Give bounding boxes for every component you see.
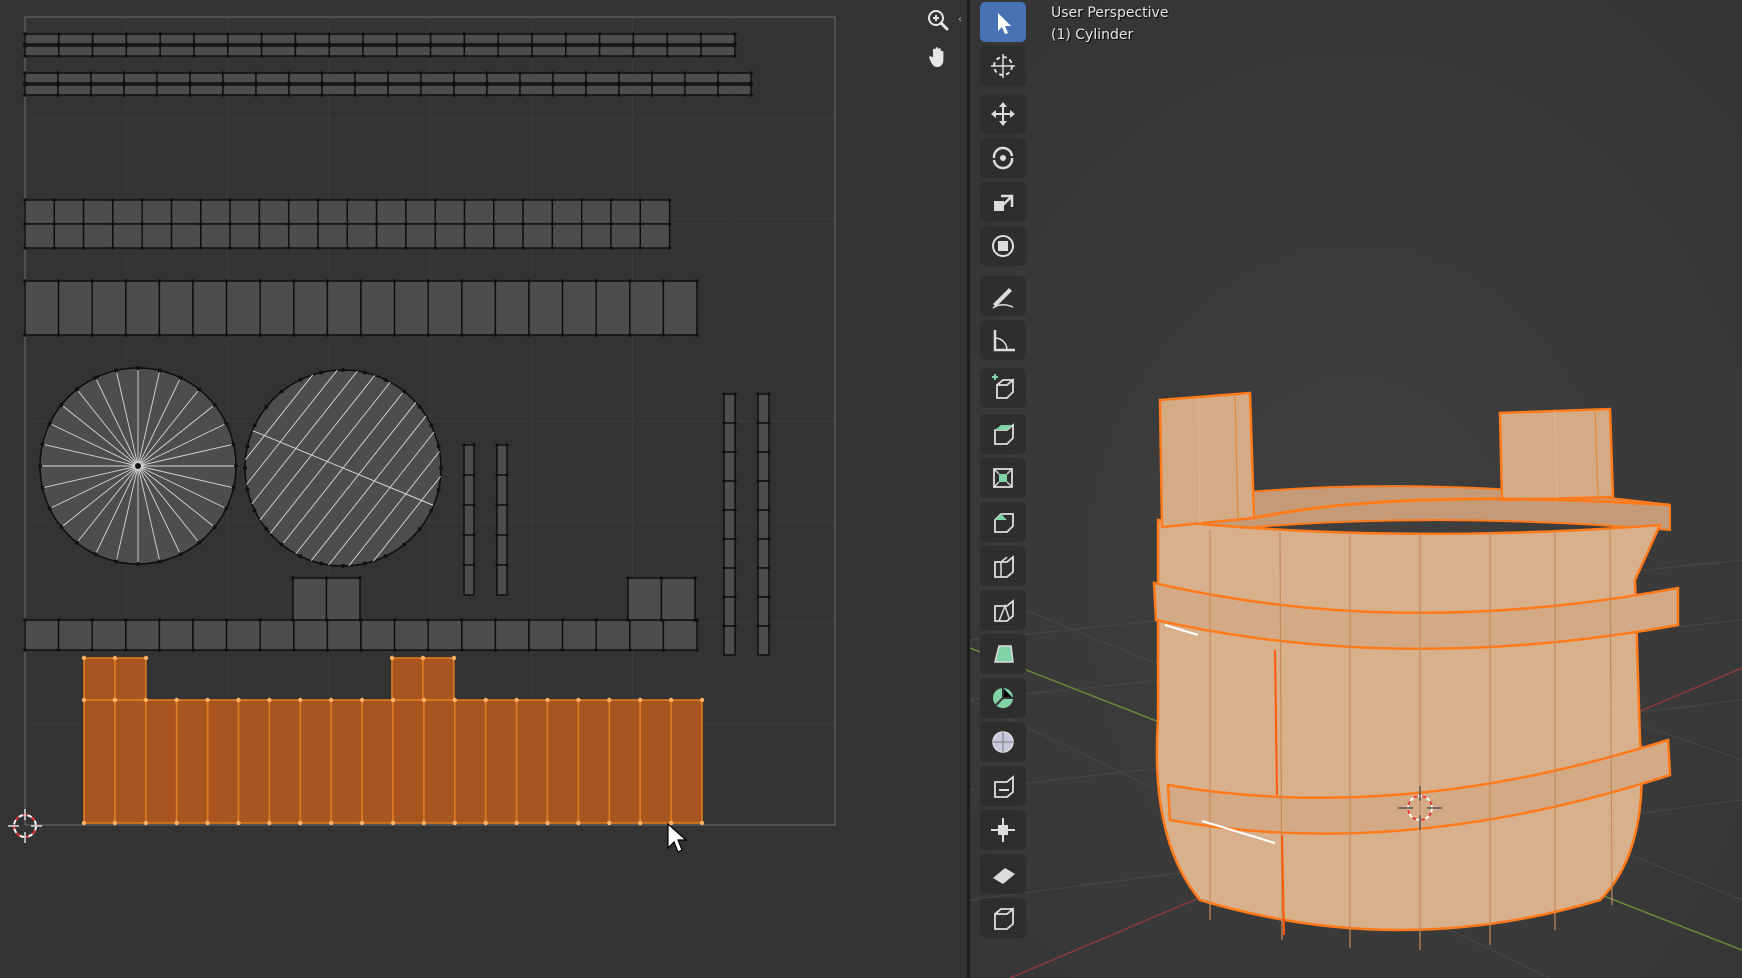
collapse-arrow-icon[interactable]: ‹ — [958, 14, 964, 25]
selected-bucket-walls[interactable] — [81, 655, 705, 826]
cursor-icon — [991, 54, 1015, 78]
double-band-strip[interactable] — [23, 198, 672, 226]
handle-strip[interactable] — [291, 576, 362, 622]
tool-extrude-region[interactable] — [980, 414, 1026, 454]
select-box-icon — [998, 13, 1011, 34]
round-lid-fan[interactable] — [38, 366, 238, 566]
tool-loop-cut[interactable] — [980, 546, 1026, 586]
tool-shrink-fatten[interactable] — [980, 810, 1026, 850]
top-row-strip-2[interactable] — [23, 71, 753, 85]
tool-add-cube[interactable] — [980, 368, 1026, 408]
tool-poly-build[interactable] — [980, 634, 1026, 674]
shear-icon — [993, 868, 1015, 884]
rip-region-icon — [994, 907, 1014, 930]
tool-scale[interactable] — [980, 182, 1026, 222]
edge-slide-icon — [994, 775, 1014, 798]
shrink-fatten-icon — [991, 818, 1015, 842]
double-band-strip[interactable] — [23, 222, 672, 250]
active-object-label: (1) Cylinder — [1051, 27, 1134, 43]
wide-band-strip[interactable] — [23, 279, 699, 337]
uv-2d-cursor-icon[interactable] — [8, 809, 42, 843]
tool-knife[interactable] — [980, 590, 1026, 630]
rotate-icon — [992, 146, 1014, 170]
3d-viewport[interactable] — [970, 0, 1742, 978]
annotate-icon — [992, 288, 1014, 309]
vertical-strip-pair-tall[interactable] — [722, 392, 737, 656]
tool-measure[interactable] — [980, 320, 1026, 360]
mouse-pointer-icon — [667, 822, 688, 853]
vertical-strip-pair-small[interactable] — [462, 443, 476, 596]
scale-icon — [994, 194, 1014, 211]
zoom-icon[interactable] — [923, 5, 953, 35]
tool-edge-slide[interactable] — [980, 766, 1026, 806]
tool-spin[interactable] — [980, 678, 1026, 718]
tool-cursor[interactable] — [980, 46, 1026, 86]
viewport-info: User Perspective (1) Cylinder — [1051, 2, 1168, 46]
poly-build-icon — [994, 645, 1014, 663]
tool-rip-region[interactable] — [980, 898, 1026, 938]
knife-icon — [994, 599, 1014, 622]
measure-icon — [993, 330, 1015, 352]
top-row-strip-2[interactable] — [23, 83, 753, 97]
uv-canvas[interactable] — [0, 0, 967, 978]
tool-move[interactable] — [980, 94, 1026, 134]
tool-shear[interactable] — [980, 854, 1026, 894]
transform-icon — [992, 235, 1014, 257]
viewport-canvas[interactable] — [970, 0, 1742, 978]
tool-rotate[interactable] — [980, 138, 1026, 178]
tool-select-box[interactable] — [980, 2, 1026, 42]
add-cube-icon — [992, 374, 1014, 399]
handle-strip[interactable] — [626, 576, 697, 622]
uv-islands[interactable] — [23, 32, 771, 656]
top-row-strip-1[interactable] — [23, 44, 737, 58]
move-icon — [991, 102, 1015, 126]
spin-icon — [993, 688, 1013, 708]
tool-transform[interactable] — [980, 226, 1026, 266]
tool-annotate[interactable] — [980, 276, 1026, 316]
handle-strip[interactable] — [23, 618, 699, 652]
vertical-strip-pair-tall[interactable] — [756, 392, 771, 656]
tool-inset-faces[interactable] — [980, 458, 1026, 498]
bevel-icon — [994, 513, 1014, 533]
blender-window: ‹ User Perspective (1) Cylinder — [0, 0, 1742, 978]
tool-smooth[interactable] — [980, 722, 1026, 762]
uv-editor[interactable]: ‹ — [0, 0, 967, 978]
loop-cut-icon — [994, 555, 1014, 578]
tool-bevel[interactable] — [980, 502, 1026, 542]
vertical-strip-pair-small[interactable] — [495, 443, 509, 596]
inset-faces-icon — [993, 468, 1013, 488]
extrude-region-icon — [994, 423, 1014, 445]
hand-pan-icon[interactable] — [923, 42, 953, 72]
perspective-label: User Perspective — [1051, 5, 1169, 21]
round-lid-planks[interactable] — [243, 368, 443, 568]
smooth-icon — [992, 731, 1014, 753]
top-row-strip-1[interactable] — [23, 32, 737, 46]
